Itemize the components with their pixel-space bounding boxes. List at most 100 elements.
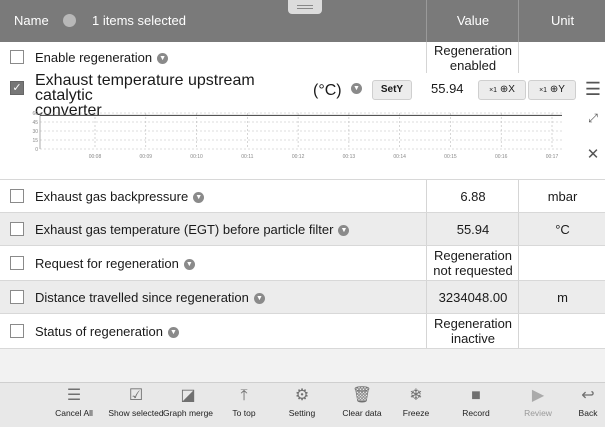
chevron-down-icon[interactable]: ▼ [183, 259, 195, 271]
row-label: Distance travelled since regeneration [35, 290, 249, 305]
row-checkbox[interactable] [10, 256, 24, 270]
record-icon: ■ [471, 387, 481, 404]
graph-merge-icon: ◪ [180, 387, 196, 404]
clear-data-button[interactable]: 🗑 Clear data [332, 383, 392, 427]
graph-list-item[interactable]: ✓ Exhaust temperature upstream catalytic… [0, 73, 605, 180]
back-icon: ↩ [581, 387, 595, 404]
x-tick-label: 00:12 [292, 154, 305, 160]
toolbar-label: Cancel All [55, 408, 93, 418]
record-button[interactable]: ■ Record [446, 383, 506, 427]
x-tick-label: 00:11 [241, 154, 253, 160]
row-value: 3234048.00 [426, 281, 519, 313]
x-tick-label: 00:16 [495, 154, 508, 160]
toolbar-label: Record [462, 408, 490, 418]
chevron-down-icon[interactable]: ▼ [338, 225, 350, 237]
chevron-down-icon[interactable]: ▼ [157, 53, 169, 65]
x-tick-label: 00:14 [393, 154, 406, 160]
chevron-down-icon[interactable]: ▼ [253, 293, 265, 305]
zoom-in-icon: ⊕ [499, 84, 509, 95]
list-item[interactable]: Distance travelled since regeneration ▼ 3… [0, 281, 605, 314]
y-tick-label: 0 [35, 147, 38, 153]
y-tick-label: 15 [32, 138, 38, 144]
selection-count: 1 items selected [92, 13, 186, 28]
row-unit [518, 246, 605, 280]
y-tick-label: 30 [32, 129, 38, 135]
row-unit [518, 314, 605, 348]
toolbar-label: Clear data [342, 408, 382, 418]
table-header: Name 1 items selected Value Unit [0, 0, 605, 42]
back-button[interactable]: ↩ Back [558, 383, 605, 427]
setting-button[interactable]: ⚙ Setting [272, 383, 332, 427]
row-unit: °C [518, 213, 605, 245]
row-checkbox[interactable] [10, 324, 24, 338]
toolbar-label: Show selected [108, 408, 164, 418]
row-checkbox[interactable] [10, 189, 24, 203]
sety-button[interactable]: SetY [372, 80, 412, 100]
drag-handle[interactable] [288, 0, 322, 14]
toolbar-label: Freeze [402, 408, 430, 418]
freeze-icon: ❄ [409, 387, 423, 404]
list-item[interactable]: Request for regeneration ▼ Regeneration no… [0, 246, 605, 281]
row-value: 55.94 [426, 213, 519, 245]
x-tick-label: 00:09 [140, 154, 153, 160]
row-label-line1: Exhaust temperature upstream catalytic [35, 72, 255, 104]
show-selected-button[interactable]: ☑ Show selected [106, 383, 166, 427]
close-icon[interactable]: ✕ [583, 145, 603, 163]
y-tick-label: 60 [32, 111, 38, 117]
to-top-button[interactable]: ⤒ To top [214, 383, 274, 427]
chevron-down-icon[interactable]: ▼ [193, 192, 205, 204]
row-label: Enable regeneration [35, 50, 153, 65]
row-label: Exhaust gas backpressure [35, 189, 189, 204]
chevron-down-icon[interactable]: ▼ [351, 83, 362, 94]
clear-data-icon: 🗑 [351, 387, 373, 404]
cancel-all-icon: ☰ [66, 387, 82, 404]
row-checkbox-checked[interactable]: ✓ [10, 81, 24, 95]
row-unit [518, 42, 605, 73]
name-column-header: Name [14, 13, 49, 28]
zoom-x-button[interactable]: ×1 ⊕X [478, 80, 526, 100]
row-checkbox[interactable] [10, 222, 24, 236]
toolbar-label: Graph merge [162, 408, 214, 418]
row-unit: mbar [518, 180, 605, 212]
x-tick-label: 00:08 [89, 154, 102, 160]
to-top-icon: ⤒ [240, 387, 248, 404]
zoom-y-button[interactable]: ×1 ⊕Y [528, 80, 576, 100]
chevron-down-icon[interactable]: ▼ [167, 327, 179, 339]
list-item[interactable]: Exhaust gas temperature (EGT) before par… [0, 213, 605, 246]
freeze-button[interactable]: ❄ Freeze [386, 383, 446, 427]
toolbar-label: Back [578, 408, 598, 418]
row-checkbox[interactable] [10, 290, 24, 304]
unit-column-header: Unit [518, 0, 605, 42]
line-chart: 60 45 30 15 0 00:08 00:09 00:10 00:11 00:12 00:13 0… [32, 111, 562, 160]
row-checkbox[interactable] [10, 50, 24, 64]
menu-icon[interactable]: ☰ [583, 79, 603, 100]
select-all-icon[interactable] [63, 14, 76, 27]
row-value: Regeneration inactive [426, 314, 519, 348]
x-tick-label: 00:13 [343, 154, 356, 160]
graph-unit: (°C) [313, 82, 342, 99]
cancel-all-button[interactable]: ☰ Cancel All [44, 383, 104, 427]
setting-icon: ⚙ [294, 387, 310, 404]
bottom-toolbar: ☰ Cancel All ☑ Show selected ◪ Graph merge ⤒ To… [0, 382, 605, 427]
list-item[interactable]: Status of regeneration ▼ Regeneration inac… [0, 314, 605, 349]
row-unit: m [518, 281, 605, 313]
row-value: Regeneration enabled [426, 42, 519, 73]
graph-merge-button[interactable]: ◪ Graph merge [158, 383, 218, 427]
row-value: Regeneration not requested [426, 246, 519, 280]
toolbar-label: Setting [288, 408, 316, 418]
x-tick-label: 00:10 [190, 154, 203, 160]
list-item[interactable]: Exhaust gas backpressure ▼ 6.88 mbar [0, 180, 605, 213]
expand-icon[interactable]: ⤢ [583, 111, 603, 126]
zoom-in-icon: ⊕ [549, 84, 559, 95]
graph-value: 55.94 [431, 81, 464, 96]
y-tick-label: 45 [32, 120, 38, 126]
row-value: 6.88 [426, 180, 519, 212]
row-label: Request for regeneration [35, 256, 179, 271]
row-label: Status of regeneration [35, 324, 163, 339]
list-item[interactable]: Enable regeneration ▼ Regeneration enabled [0, 42, 605, 74]
review-icon: ▶ [531, 387, 545, 404]
value-column-header: Value [426, 0, 519, 42]
x-tick-label: 00:15 [444, 154, 457, 160]
toolbar-label: To top [232, 408, 256, 418]
show-selected-icon: ☑ [128, 387, 144, 404]
